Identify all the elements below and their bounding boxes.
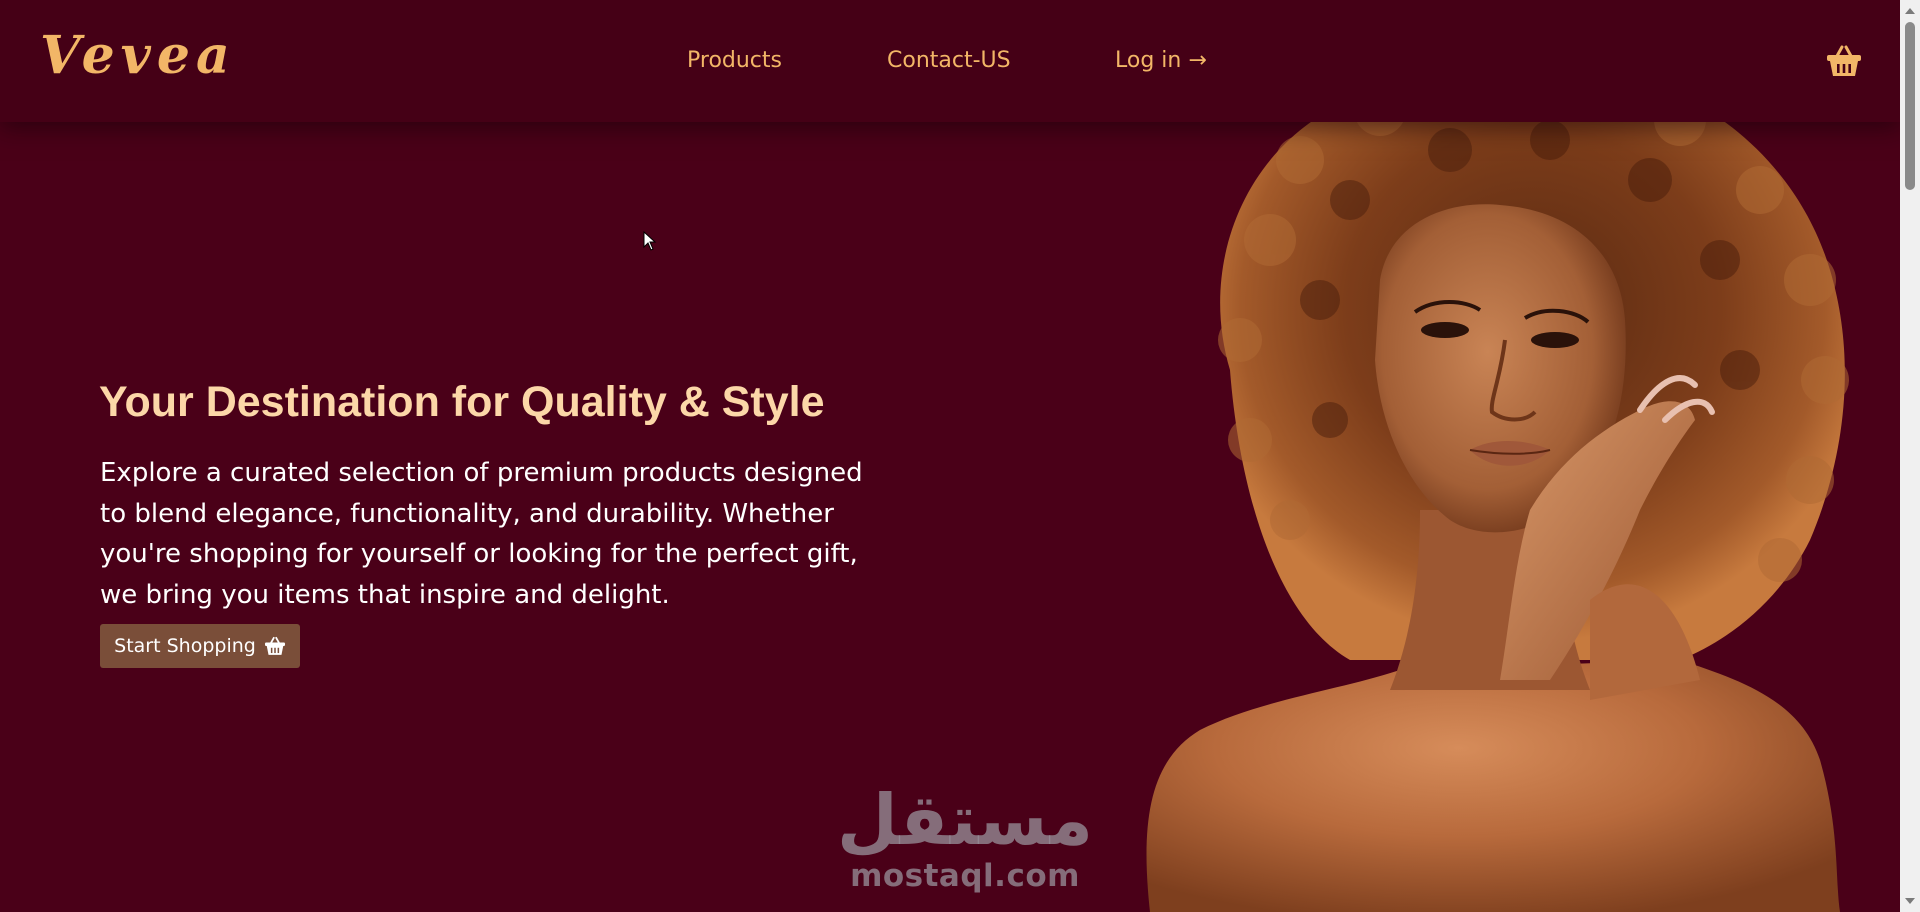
nav-link-login[interactable]: Log in → <box>1115 48 1207 73</box>
watermark-latin-text: mostaql.com <box>850 858 1080 894</box>
shopping-basket-icon <box>264 636 285 655</box>
hero-model-image <box>1146 49 1849 912</box>
scrollbar-thumb[interactable] <box>1905 22 1915 190</box>
hero-title: Your Destination for Quality & Style <box>99 378 825 426</box>
mostaql-watermark: مستقل mostaql.com <box>830 780 1100 900</box>
cart-button[interactable] <box>1826 44 1862 78</box>
watermark-arabic-text: مستقل <box>836 779 1093 861</box>
nav-link-contact[interactable]: Contact-US <box>887 48 1011 73</box>
nav-link-products[interactable]: Products <box>687 48 782 73</box>
hero-description: Explore a curated selection of premium p… <box>100 458 863 610</box>
scroll-down-arrow-icon[interactable] <box>1905 898 1915 904</box>
shopping-basket-icon <box>1827 45 1861 76</box>
vertical-scrollbar[interactable] <box>1900 0 1920 912</box>
nav-links: Products Contact-US Log in → <box>0 48 1900 82</box>
mouse-cursor-icon <box>643 231 657 251</box>
navbar: Vevea Products Contact-US Log in → <box>0 0 1900 122</box>
start-shopping-button[interactable]: Start Shopping <box>100 624 300 668</box>
start-shopping-label: Start Shopping <box>114 635 256 657</box>
scroll-up-arrow-icon[interactable] <box>1905 8 1915 14</box>
page: Vevea Products Contact-US Log in → Your … <box>0 0 1920 912</box>
